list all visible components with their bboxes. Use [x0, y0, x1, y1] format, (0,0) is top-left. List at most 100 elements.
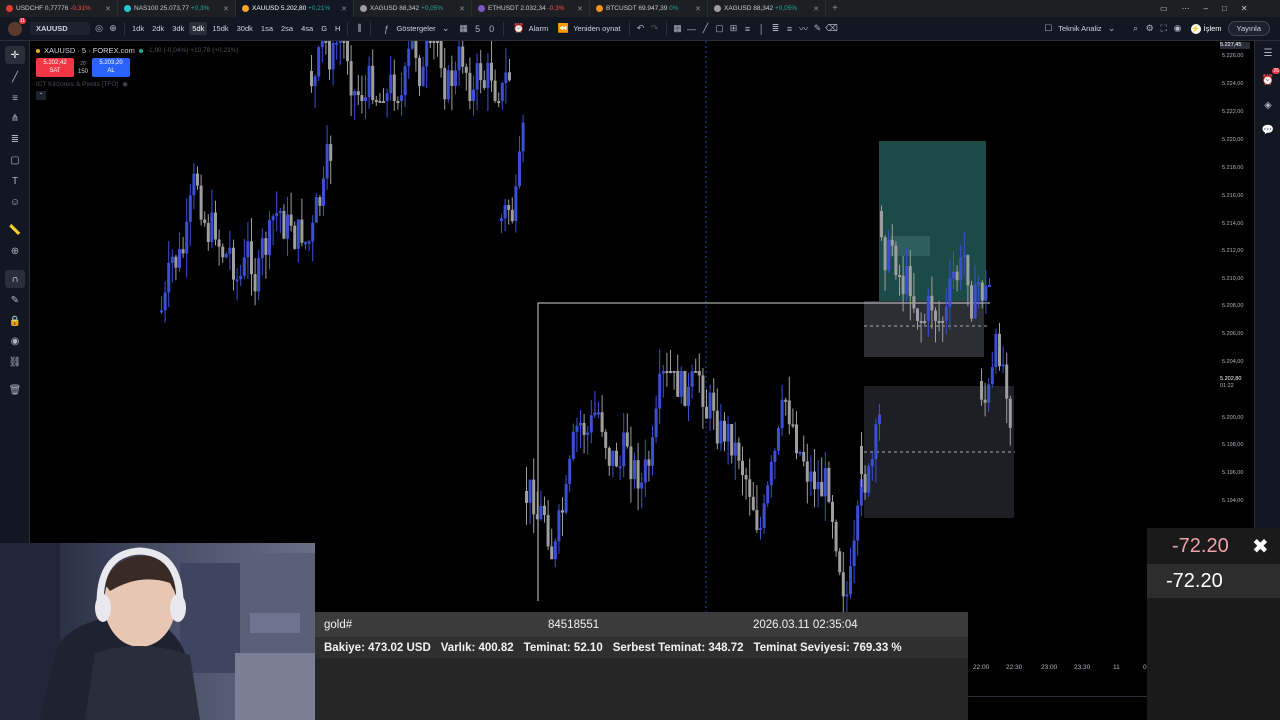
candle-body: [687, 386, 690, 406]
avatar[interactable]: 11: [8, 17, 26, 36]
browser-tab[interactable]: NAS100 25.073,77 +0,3% ✕: [118, 0, 236, 17]
fib-icon[interactable]: ≣: [769, 23, 783, 34]
layout-icon[interactable]: ⊞: [727, 23, 741, 34]
candle-body: [192, 173, 196, 196]
compare-icon[interactable]: ◎: [92, 23, 106, 34]
fib-icon[interactable]: ≣: [5, 130, 25, 148]
ruler-icon[interactable]: 📏: [5, 221, 25, 239]
timeframe-30dk[interactable]: 30dk: [234, 22, 256, 35]
magnet-icon[interactable]: ∩: [5, 270, 25, 288]
alerts-icon[interactable]: ⏰ 26: [1260, 68, 1280, 88]
tab-close-icon[interactable]: ✕: [813, 5, 819, 13]
chat-icon[interactable]: 💬: [1260, 122, 1276, 138]
camera-icon[interactable]: ◉: [1171, 23, 1185, 34]
timeframe-2dk[interactable]: 2dk: [149, 22, 167, 35]
eye-icon[interactable]: ◉: [122, 80, 128, 88]
eraser-icon[interactable]: ⌫: [825, 23, 839, 34]
alarm-button[interactable]: ⏰ Alarm: [508, 17, 553, 41]
browser-tab[interactable]: ETHUSDT 2.032,34 -0,3% ✕: [472, 0, 590, 17]
candle-body: [805, 461, 809, 482]
shapes-icon[interactable]: ▢: [5, 151, 25, 169]
tab-close-icon[interactable]: ✕: [341, 5, 347, 13]
close-icon[interactable]: ✖: [1252, 534, 1269, 559]
technical-analysis-label: Teknik Analiz: [1058, 24, 1102, 33]
horizontal-lines-icon[interactable]: ≡: [5, 89, 25, 107]
fib-extension-icon[interactable]: ≡: [783, 24, 797, 34]
rectangle-icon[interactable]: ▢: [713, 23, 727, 34]
link-icon[interactable]: ⛓: [5, 353, 25, 371]
tab-close-icon[interactable]: ✕: [577, 5, 583, 13]
cursor-icon[interactable]: ✛: [5, 46, 25, 64]
zoom-icon[interactable]: ⊕: [5, 242, 25, 260]
text-align-icon[interactable]: ≡: [741, 24, 755, 34]
browser-tab[interactable]: XAGUSD 88,342 +0,05% ✕: [354, 0, 472, 17]
buy-button[interactable]: 5.203,20 AL: [92, 58, 131, 77]
browser-tab[interactable]: XAUUSD 5.202,80 +0,21% ✕: [236, 0, 354, 17]
indicators-button[interactable]: ƒ Göstergeler ⌄: [375, 17, 456, 41]
tab-close-icon[interactable]: ✕: [223, 5, 229, 13]
watchlist-icon[interactable]: ☰: [1260, 45, 1276, 61]
tab-close-icon[interactable]: ✕: [695, 5, 701, 13]
sell-button[interactable]: 5.202,42 SAT: [36, 58, 74, 77]
templates-icon[interactable]: ▦: [457, 23, 471, 34]
close-window-icon[interactable]: ✕: [1241, 4, 1248, 13]
pitchfork-icon[interactable]: ⋔: [5, 109, 25, 127]
browser-tab[interactable]: BTCUSDT 69.947,39 0% ✕: [590, 0, 708, 17]
timeframe-H[interactable]: H: [332, 22, 343, 35]
vertical-line-icon[interactable]: │: [755, 24, 769, 34]
eye-icon[interactable]: ◉: [5, 332, 25, 350]
timeframe-G[interactable]: G: [318, 22, 330, 35]
minimize-icon[interactable]: –: [1204, 4, 1208, 13]
timeframe-list: 1dk 2dk 3dk 5dk 15dk 30dk 1sa 2sa 4sa G H: [129, 22, 343, 35]
emoji-icon[interactable]: ☺: [5, 193, 25, 211]
fullscreen-icon[interactable]: ⛶: [1157, 23, 1171, 34]
more-icon[interactable]: ⋯: [1182, 4, 1190, 13]
technical-analysis-toggle[interactable]: ☐ Teknik Analiz ⌄: [1037, 17, 1122, 41]
browser-tab[interactable]: USDCHF 0,77776 -0,31% ✕: [0, 0, 118, 17]
trade-button[interactable]: ⚡ İşlem: [1185, 23, 1228, 34]
timeframe-3dk[interactable]: 3dk: [169, 22, 187, 35]
layers-icon[interactable]: ◈: [1260, 97, 1276, 113]
timeframe-1sa[interactable]: 1sa: [258, 22, 276, 35]
trend-line-icon[interactable]: ╱: [5, 68, 25, 86]
badge-a[interactable]: 5: [471, 24, 485, 34]
collapse-legend-icon[interactable]: ⌃: [36, 91, 46, 100]
search-icon[interactable]: ⌕: [1129, 23, 1143, 34]
grid-icon[interactable]: ▦: [671, 23, 685, 34]
tab-close-icon[interactable]: ✕: [105, 5, 111, 13]
timeframe-2sa[interactable]: 2sa: [278, 22, 296, 35]
layout-icon[interactable]: ▭: [1160, 4, 1168, 13]
browser-tab[interactable]: XAGUSD 88,342 +0,05% ✕: [708, 0, 826, 17]
publish-button[interactable]: Yayınla: [1227, 21, 1270, 36]
trend-line-icon[interactable]: ╱: [699, 23, 713, 34]
tab-favicon-icon: [714, 5, 721, 12]
settings-icon[interactable]: ⚙: [1143, 23, 1157, 34]
legend-title[interactable]: XAUUSD · 5 · FOREX.com: [44, 46, 135, 55]
replay-button[interactable]: ⏪ Yeniden oynat: [552, 17, 624, 41]
lock-icon[interactable]: 🔒: [5, 312, 25, 330]
horizontal-line-icon[interactable]: —: [685, 24, 699, 34]
redo-icon[interactable]: ↷: [648, 23, 662, 34]
new-tab-icon[interactable]: +: [826, 3, 844, 14]
indicator-name[interactable]: ICT Killzones & Pivots [TFO]: [36, 81, 118, 88]
add-symbol-icon[interactable]: ⊕: [106, 23, 120, 34]
undo-icon[interactable]: ↶: [634, 23, 648, 34]
timeframe-15dk[interactable]: 15dk: [209, 22, 231, 35]
tab-close-icon[interactable]: ✕: [459, 5, 465, 13]
time-axis[interactable]: 22:00 22:30 23:00 23:30 11 0: [968, 658, 1148, 720]
badge-b[interactable]: 0: [485, 24, 499, 34]
price-axis[interactable]: 5.226,00 5.224,00 5.222,00 5.220,00 5.218,00…: [1218, 41, 1254, 541]
timeframe-1dk[interactable]: 1dk: [129, 22, 147, 35]
timeframe-4sa[interactable]: 4sa: [298, 22, 316, 35]
path-icon[interactable]: 〰: [797, 22, 811, 35]
candle-type-icon[interactable]: ⫼: [352, 23, 366, 34]
quantity-field[interactable]: 28 150: [78, 60, 88, 76]
maximize-icon[interactable]: □: [1222, 4, 1227, 13]
symbol-search[interactable]: XAUUSD: [30, 22, 90, 35]
trash-icon[interactable]: 🗑: [5, 381, 25, 399]
price-chart[interactable]: [30, 41, 1218, 621]
timeframe-5dk[interactable]: 5dk: [189, 22, 208, 35]
text-icon[interactable]: T: [5, 172, 25, 190]
brush-icon[interactable]: ✎: [811, 23, 825, 34]
pencil-lock-icon[interactable]: ✎: [5, 291, 25, 309]
